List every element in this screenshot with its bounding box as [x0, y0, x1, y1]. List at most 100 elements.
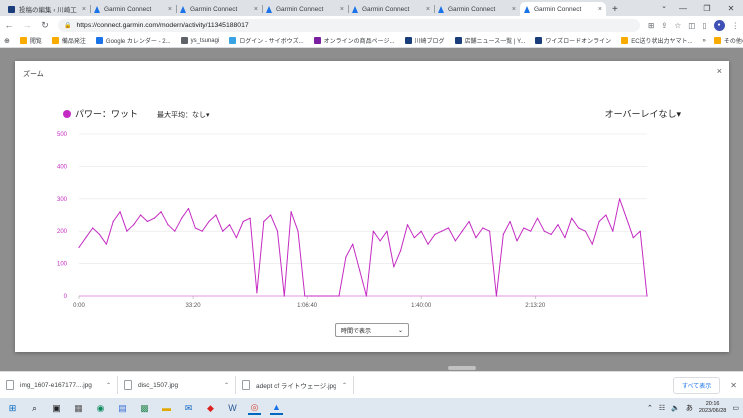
menu-icon[interactable]: ⋮ — [732, 21, 740, 30]
notification-icon[interactable]: ▭ — [732, 404, 739, 412]
tab-search-icon[interactable]: ⌄ — [661, 2, 667, 10]
back-icon[interactable]: ← — [4, 20, 14, 30]
profile-avatar[interactable]: ● — [713, 19, 725, 31]
power-data-point — [564, 237, 566, 239]
tab-close-icon[interactable]: × — [426, 6, 430, 13]
bookmark-item[interactable]: 店舗ニュース一覧 | Y... — [454, 36, 525, 45]
search-icon[interactable]: ⌕ — [28, 402, 41, 415]
browser-tab[interactable]: 投稿の編集 ‹ 川崎工 × × — [4, 2, 90, 16]
share-icon[interactable]: ⇪ — [661, 21, 667, 30]
close-window-icon[interactable]: ✕ — [719, 0, 743, 16]
bookmark-item[interactable]: EC送り状出力ヤマト... — [621, 36, 693, 45]
garmin-app-icon[interactable]: ▲ — [270, 402, 283, 415]
bookmark-label: 川崎ブログ — [414, 39, 445, 45]
download-item[interactable]: disc_1507.jpg ⌃ — [124, 376, 236, 394]
chevron-up-icon[interactable]: ⌃ — [106, 382, 111, 389]
bookmark-label: 備品発注 — [61, 39, 86, 45]
show-all-downloads-button[interactable]: すべて表示 — [672, 376, 721, 394]
extensions-icon[interactable]: ◫ — [688, 21, 695, 30]
network-icon[interactable]: ☷ — [659, 404, 665, 412]
close-downloads-icon[interactable]: ✕ — [730, 381, 737, 390]
outlook-icon[interactable]: ✉ — [182, 402, 195, 415]
bookmark-item[interactable]: 備品発注 — [51, 36, 86, 45]
translate-icon[interactable]: ⊞ — [648, 21, 654, 30]
other-bookmarks-folder[interactable]: その他のブックマーク — [713, 36, 743, 45]
edge-icon[interactable]: ◉ — [94, 402, 107, 415]
horizontal-scrollbar[interactable] — [448, 366, 476, 370]
bookmark-list: 閲覧 備品発注 Google カレンダー - 2... ys_tsunagi ログイン … — [19, 36, 693, 45]
new-tab-button[interactable]: + — [606, 2, 624, 16]
volume-icon[interactable]: 🔈 — [671, 404, 680, 412]
windows-start-icon[interactable]: ⊞ — [6, 402, 19, 415]
garmin-icon — [352, 5, 358, 13]
chart-legend[interactable]: パワー：ワット — [63, 107, 138, 120]
bookmark-item[interactable]: 閲覧 — [19, 36, 42, 45]
power-data-point — [194, 227, 196, 229]
power-data-point — [331, 295, 333, 297]
browser-tab[interactable]: Garmin Connect × — [262, 2, 348, 16]
tray-chevron-icon[interactable]: ⌃ — [647, 404, 653, 412]
chrome-icon[interactable]: ◎ — [248, 402, 261, 415]
store-icon[interactable]: ▤ — [116, 402, 129, 415]
chevron-up-icon[interactable]: ⌃ — [224, 382, 229, 389]
photos-icon[interactable]: ▩ — [138, 402, 151, 415]
browser-tab[interactable]: Garmin Connect × — [90, 2, 176, 16]
word-icon[interactable]: W — [226, 402, 239, 415]
power-data-point — [338, 295, 340, 297]
download-item[interactable]: adept cf ライトウェージ.jpg ⌃ — [242, 376, 354, 394]
maximize-icon[interactable]: ❐ — [695, 0, 719, 16]
download-item[interactable]: img_1607-e167177....jpg ⌃ — [6, 376, 118, 394]
tab-label: Garmin Connect — [276, 5, 324, 13]
bookmark-star-icon[interactable]: ☆ — [675, 21, 682, 30]
tab-close-icon[interactable]: × — [598, 6, 602, 13]
bookmark-item[interactable]: ワイズロードオンライン — [535, 36, 611, 45]
address-bar[interactable]: 🔒 https://connect.garmin.com/modern/acti… — [58, 18, 640, 32]
bookmark-item[interactable]: Google カレンダー - 2... — [95, 36, 171, 45]
bookmark-item[interactable]: 川崎ブログ — [404, 36, 445, 45]
clock[interactable]: 20:16 2023/06/28 — [699, 401, 727, 415]
tab-close-icon[interactable]: × — [168, 6, 172, 13]
x-tick-label: 1:06:40 — [297, 303, 318, 309]
bookmarks-more-button[interactable]: » — [703, 38, 706, 44]
forward-icon[interactable]: → — [22, 20, 32, 30]
time-select-dropdown[interactable]: 時間で表示 ⌄ — [335, 323, 409, 337]
sidepanel-icon[interactable]: ▯ — [702, 21, 706, 30]
reload-icon[interactable]: ↻ — [40, 20, 50, 31]
chevron-up-icon[interactable]: ⌃ — [342, 382, 347, 389]
tab-label: 投稿の編集 ‹ 川崎工 × — [19, 7, 78, 14]
browser-tab[interactable]: Garmin Connect × — [434, 2, 520, 16]
apps-icon[interactable]: ⊕ — [4, 37, 10, 45]
windows-taskbar: ⊞ ⌕ ▣ ▦ ◉ ▤ ▩ ▬ ✉ ◆ W ◎ ▲ ⌃ ☷ 🔈 あ 20:16 … — [0, 398, 743, 418]
calculator-icon[interactable]: ▦ — [72, 402, 85, 415]
power-data-point — [482, 227, 484, 229]
power-data-point — [632, 237, 634, 239]
max-average-dropdown[interactable]: 最大平均：なし▾ — [157, 110, 210, 120]
task-view-icon[interactable]: ▣ — [50, 402, 63, 415]
garmin-icon — [524, 5, 530, 13]
tab-close-icon[interactable]: × — [340, 6, 344, 13]
browser-tab[interactable]: Garmin Connect × — [348, 2, 434, 16]
browser-tab[interactable]: Garmin Connect × — [176, 2, 262, 16]
lock-icon[interactable]: 🔒 — [64, 22, 71, 29]
browser-tab[interactable]: Garmin Connect × — [520, 2, 606, 16]
overlay-dropdown[interactable]: オーバーレイなし▾ — [605, 107, 681, 120]
power-series-line[interactable] — [78, 198, 648, 297]
power-data-point — [646, 295, 648, 297]
minimize-icon[interactable]: — — [671, 0, 695, 16]
explorer-icon[interactable]: ▬ — [160, 402, 173, 415]
tab-close-icon[interactable]: × — [82, 6, 86, 13]
power-data-point — [605, 214, 607, 216]
bookmark-item[interactable]: ログイン - サイボウズ... — [229, 36, 304, 45]
bookmark-item[interactable]: ys_tsunagi — [180, 37, 219, 44]
ime-indicator[interactable]: あ — [686, 403, 693, 413]
power-data-point — [324, 295, 326, 297]
power-data-point — [393, 266, 395, 268]
bookmark-label: Google カレンダー - 2... — [105, 39, 171, 45]
tab-close-icon[interactable]: × — [512, 6, 516, 13]
bookmark-item[interactable]: オンラインの商品ページ... — [313, 36, 395, 45]
time-select-value: 時間で表示 — [341, 328, 372, 335]
power-data-point — [304, 295, 306, 297]
copilot-icon[interactable]: ◆ — [204, 402, 217, 415]
tab-close-icon[interactable]: × — [254, 6, 258, 13]
power-chart: 0 100 200 300 400 500 0:00 33:20 1:06:40 1:40:00 2… — [57, 132, 648, 309]
